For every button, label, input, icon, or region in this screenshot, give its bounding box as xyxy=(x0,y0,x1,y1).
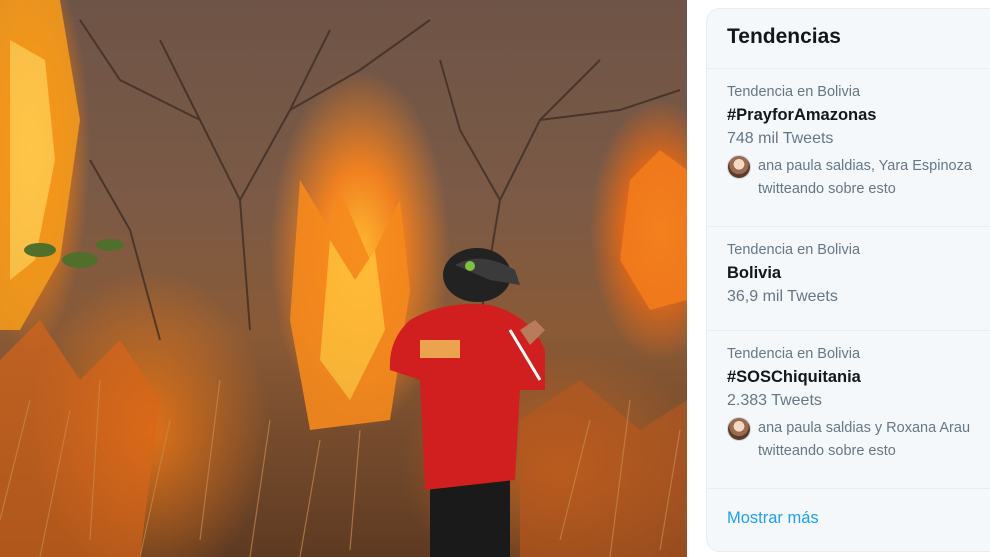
wildfire-illustration xyxy=(0,0,687,557)
trend-name[interactable]: #PrayforAmazonas xyxy=(727,103,985,127)
trend-context: Tendencia en Bolivia xyxy=(727,242,861,258)
trend-tweet-count: 2.383 Tweets xyxy=(727,392,822,409)
trend-item-bolivia[interactable]: Tendencia en Bolivia Bolivia 36,9 mil Tw… xyxy=(707,227,990,331)
show-more-link[interactable]: Mostrar más xyxy=(707,489,990,548)
trend-users-caption: twitteando sobre esto xyxy=(758,443,896,459)
trend-users-names: ana paula saldias, Yara Espinoza xyxy=(758,158,972,174)
user-avatar[interactable] xyxy=(727,155,751,179)
trend-users-caption: twitteando sobre esto xyxy=(758,181,896,197)
trend-users-text: ana paula saldias y Roxana Arau twittean… xyxy=(758,417,970,463)
trend-tweet-count: 748 mil Tweets xyxy=(727,130,834,147)
trend-name[interactable]: Bolivia xyxy=(727,261,985,285)
trends-panel: Tendencias Tendencia en Bolivia #Prayfor… xyxy=(706,8,990,552)
trends-title: Tendencias xyxy=(707,9,990,69)
trend-users-names: ana paula saldias y Roxana Arau xyxy=(758,420,971,436)
trend-tweet-count: 36,9 mil Tweets xyxy=(727,288,838,305)
trend-name[interactable]: #SOSChiquitania xyxy=(727,365,985,389)
trend-item-soschiquitania[interactable]: Tendencia en Bolivia #SOSChiquitania 2.3… xyxy=(707,331,990,489)
wildfire-photo xyxy=(0,0,687,557)
trend-users: ana paula saldias, Yara Espinoza twittea… xyxy=(727,155,985,201)
trend-context: Tendencia en Bolivia xyxy=(727,84,861,100)
trend-context: Tendencia en Bolivia xyxy=(727,346,861,362)
user-avatar[interactable] xyxy=(727,417,751,441)
trend-users-text: ana paula saldias, Yara Espinoza twittea… xyxy=(758,155,972,201)
trend-users: ana paula saldias y Roxana Arau twittean… xyxy=(727,417,985,463)
trend-item-prayforamazonas[interactable]: Tendencia en Bolivia #PrayforAmazonas 74… xyxy=(707,69,990,227)
